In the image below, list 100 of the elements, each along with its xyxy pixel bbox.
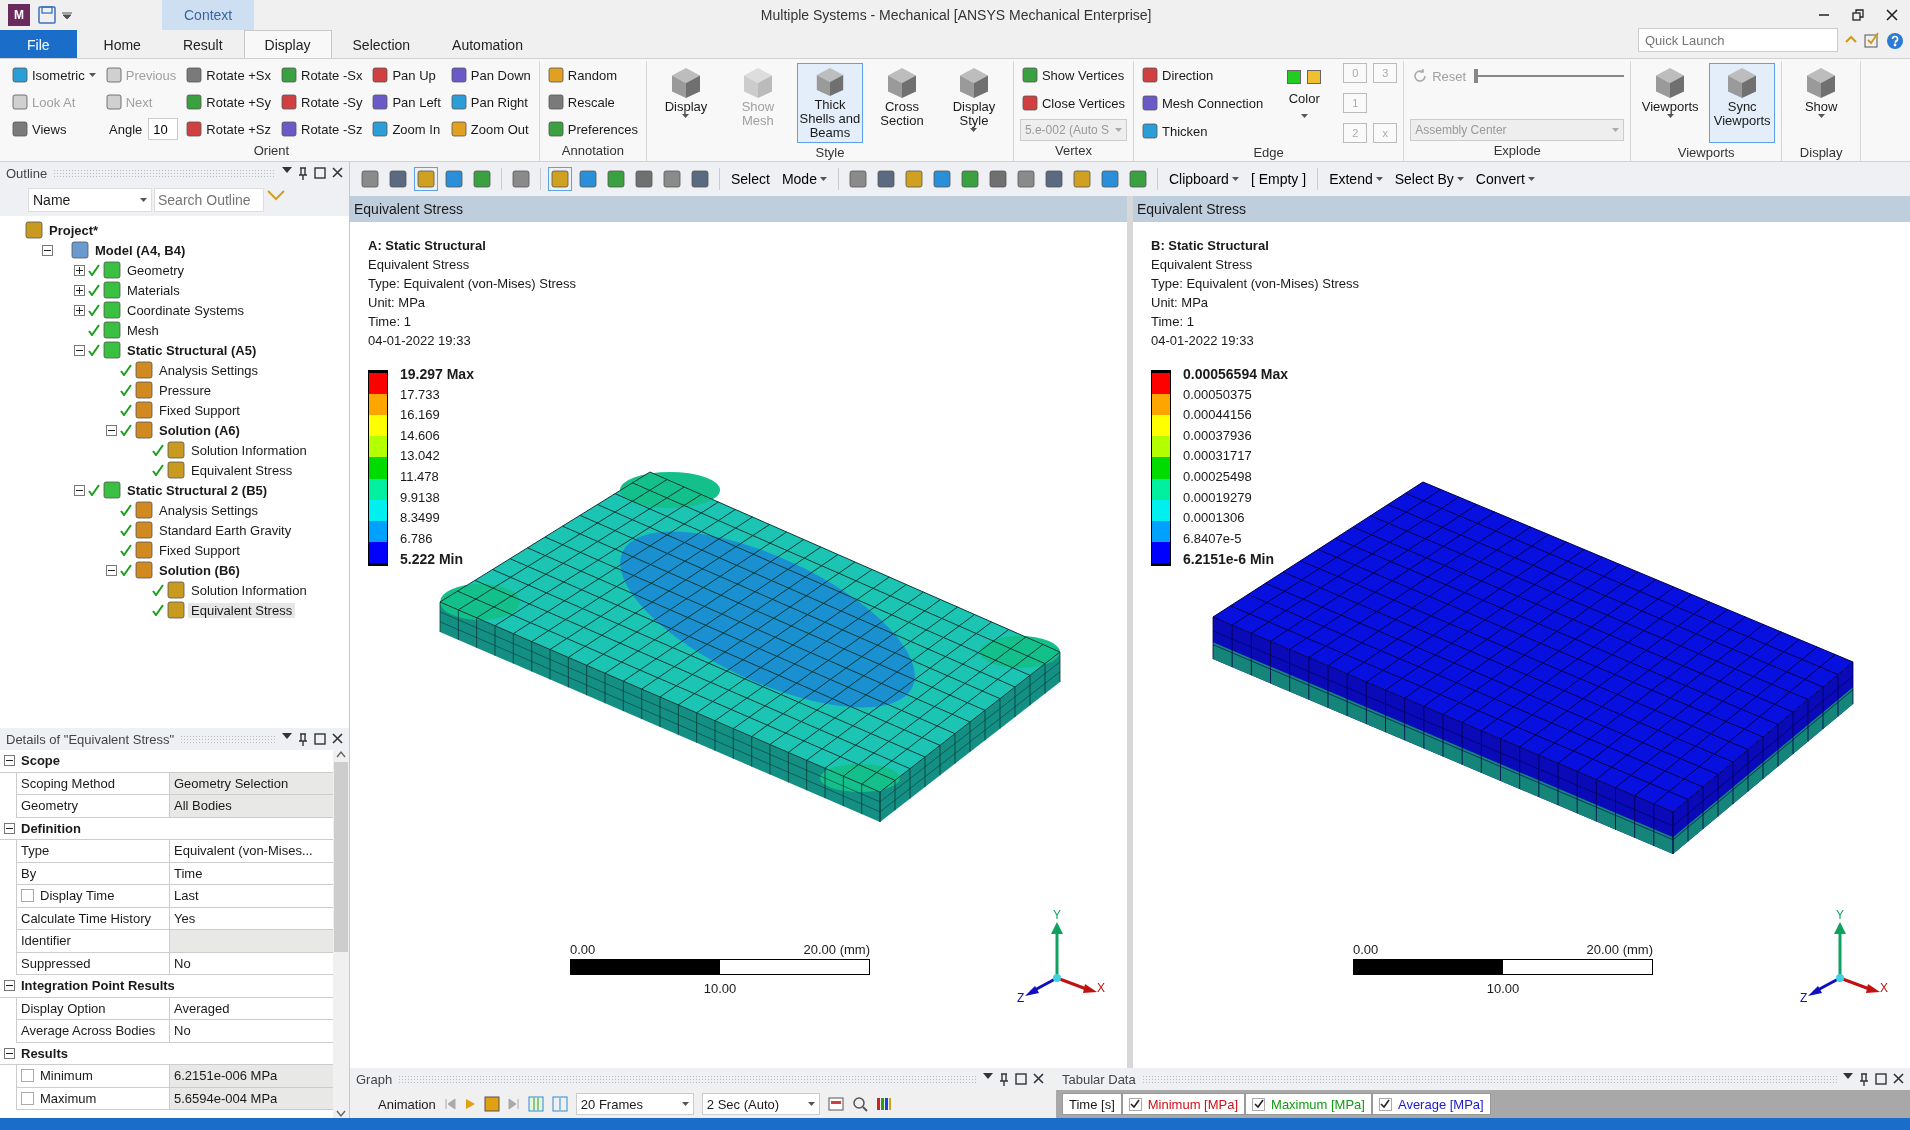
ribbon-button[interactable]: Sync Viewports [1709,63,1776,143]
toolbar-button[interactable]: Clipboard [1164,171,1243,187]
scroll-down-icon[interactable] [336,1110,346,1118]
collapse-icon[interactable] [42,244,53,256]
tree-item[interactable]: Solution Information [188,442,310,458]
ribbon-button[interactable]: Rotate +Sx [184,63,273,87]
toolbar-button[interactable]: [ Empty ] [1246,171,1311,187]
tree-item[interactable]: Equivalent Stress [188,462,296,478]
toolbar-button[interactable] [632,167,656,191]
dropdown-icon[interactable] [62,11,72,19]
save-icon[interactable] [38,6,56,24]
tree-item[interactable]: Analysis Settings [156,502,261,518]
ribbon-button[interactable]: Rotate +Sz [184,117,273,141]
tree-item[interactable]: Solution (B6) [156,562,243,578]
tree-item[interactable]: Fixed Support [156,542,243,558]
maximize-icon[interactable] [1015,1072,1027,1085]
zoom-icon[interactable] [851,1096,868,1112]
ribbon-button[interactable]: Rotate +Sy [184,90,273,114]
ribbon-button[interactable]: Close Vertices [1019,91,1128,115]
stop-icon[interactable] [483,1096,500,1112]
toolbar-button[interactable] [576,167,600,191]
ribbon-button[interactable]: Isometric [10,63,98,87]
toolbar-button[interactable] [442,167,466,191]
toolbar-button[interactable]: Mode [777,171,831,187]
filter-dropdown[interactable]: Name [28,188,152,212]
maximize-icon[interactable] [314,166,326,179]
ribbon-button[interactable]: Display Style [940,63,1007,143]
ribbon-button[interactable]: Rescale [545,90,640,114]
ribbon-button[interactable]: Pan Up [370,63,443,87]
checkbox[interactable] [1252,1097,1266,1111]
tree-item[interactable]: Equivalent Stress [188,602,296,618]
ribbon-button[interactable]: Random [545,63,640,87]
dropdown-icon[interactable] [282,732,292,739]
ribbon-tab[interactable]: Display [243,30,332,58]
toolbar-button[interactable] [688,167,712,191]
expand-icon[interactable] [74,264,85,276]
ribbon-button[interactable]: Direction [1140,63,1266,87]
ribbon-tab[interactable]: Home [82,30,162,58]
context-tab[interactable]: Context [162,0,255,30]
close-icon[interactable] [332,166,343,178]
dropdown-icon[interactable] [1843,1072,1853,1079]
checkbox[interactable] [1378,1097,1392,1111]
close-icon[interactable] [332,732,343,744]
ribbon-button[interactable]: Views [10,117,98,141]
checklist-icon[interactable] [1864,32,1880,48]
ribbon-button[interactable]: Preferences [545,117,640,141]
tree-item[interactable]: Fixed Support [156,402,243,418]
expand-icon[interactable] [74,304,85,316]
collapse-icon[interactable] [106,564,117,576]
tree-item[interactable]: Mesh [124,322,162,338]
tree-item[interactable]: Standard Earth Gravity [156,522,295,538]
tree-item[interactable]: Solution Information [188,582,310,598]
collapse-icon[interactable] [4,980,15,992]
tree-item[interactable]: Static Structural (A5) [124,342,260,358]
toolbar-button[interactable] [386,167,410,191]
tree-item[interactable]: Static Structural 2 (B5) [124,482,271,498]
angle-field[interactable]: 10 [148,118,179,140]
checkbox[interactable] [1128,1097,1142,1111]
pin-icon[interactable] [298,166,308,180]
maximize-icon[interactable] [314,732,326,745]
ribbon-button[interactable]: Rotate -Sz [279,117,365,141]
checkbox[interactable] [21,889,34,903]
file-menu-button[interactable]: File [0,30,77,58]
ribbon-button[interactable]: Show Vertices [1019,63,1128,87]
ribbon-button[interactable]: Show [1788,63,1855,143]
toolbar-button[interactable]: Convert [1471,171,1539,187]
frames-dropdown[interactable]: 20 Frames [575,1093,694,1115]
ribbon-button[interactable]: Viewports [1637,63,1704,143]
collapse-icon[interactable] [106,424,117,436]
dropdown-icon[interactable] [983,1072,993,1079]
restore-icon[interactable] [1852,9,1864,21]
close-icon[interactable] [1893,1072,1904,1084]
ribbon-button[interactable]: Cross Section [868,63,935,143]
collapse-icon[interactable] [4,755,15,767]
export-icon[interactable] [827,1096,844,1112]
ribbon-button[interactable]: Thick Shells and Beams [796,63,863,143]
ribbon-button[interactable]: Pan Left [370,90,443,114]
collapse-icon[interactable] [74,484,85,496]
help-icon[interactable] [1886,32,1904,50]
pin-icon[interactable] [1859,1072,1869,1086]
expand-icon[interactable] [74,284,85,296]
ribbon-button[interactable]: Mesh Connection [1140,91,1266,115]
tree-item[interactable]: Geometry [124,262,188,278]
toolbar-button[interactable] [470,167,494,191]
tree-item[interactable]: Project* [46,222,102,238]
ribbon-button[interactable]: Zoom In [370,117,443,141]
color-grid-icon[interactable] [875,1096,892,1112]
toolbar-button[interactable] [358,167,382,191]
duration-dropdown[interactable]: 2 Sec (Auto) [701,1093,820,1115]
ribbon-button[interactable]: Display [652,63,719,143]
search-field[interactable]: Search Outline [154,188,264,212]
color-button[interactable]: Color [1271,63,1338,143]
ribbon-tab[interactable]: Selection [331,30,432,58]
ribbon-button[interactable]: Rotate -Sy [279,90,365,114]
maximize-icon[interactable] [1875,1072,1887,1085]
pin-icon[interactable] [298,732,308,746]
ribbon-button[interactable]: Thicken [1140,119,1266,143]
tree-item[interactable]: Analysis Settings [156,362,261,378]
ribbon-button[interactable]: Pan Right [448,90,533,114]
tree-item[interactable]: Materials [124,282,183,298]
